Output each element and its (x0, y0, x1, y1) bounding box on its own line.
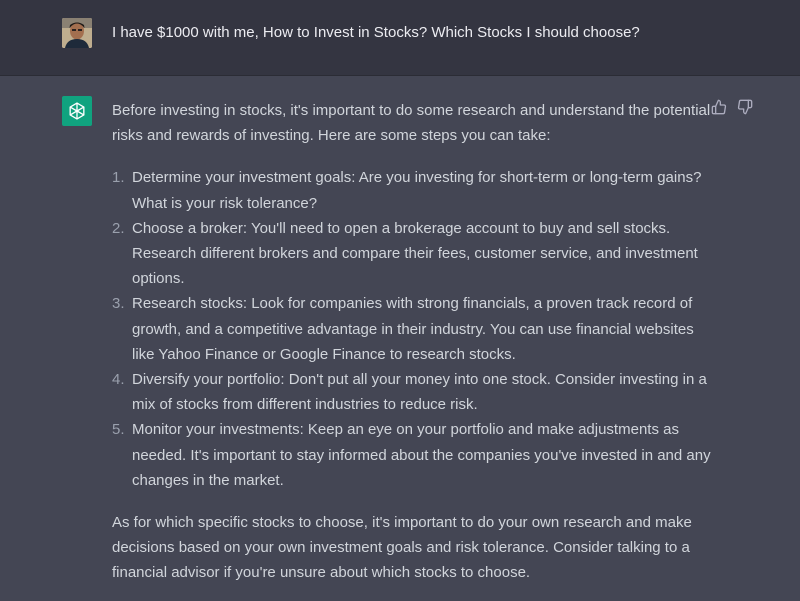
feedback-buttons (710, 98, 754, 116)
user-prompt-text: I have $1000 with me, How to Invest in S… (112, 24, 640, 41)
list-item: 3. Research stocks: Look for companies w… (112, 291, 712, 367)
assistant-avatar (62, 96, 92, 126)
assistant-reply: Before investing in stocks, it's importa… (112, 98, 712, 586)
user-avatar (62, 18, 92, 48)
list-item-number: 1. (112, 169, 125, 187)
list-item-text: Choose a broker: You'll need to open a b… (132, 219, 698, 288)
list-item-text: Determine your investment goals: Are you… (132, 169, 702, 212)
list-item: 5. Monitor your investments: Keep an eye… (112, 417, 712, 493)
list-item-text: Research stocks: Look for companies with… (132, 295, 694, 363)
steps-list: 1. Determine your investment goals: Are … (112, 165, 712, 493)
list-item: 4. Diversify your portfolio: Don't put a… (112, 367, 712, 417)
reply-closing: As for which specific stocks to choose, … (112, 514, 692, 582)
thumbs-down-icon (737, 99, 753, 115)
reply-intro: Before investing in stocks, it's importa… (112, 102, 711, 145)
list-item: 2. Choose a broker: You'll need to open … (112, 216, 712, 292)
list-item-number: 4. (112, 371, 125, 389)
list-item: 1. Determine your investment goals: Are … (112, 165, 712, 215)
list-item-number: 2. (112, 219, 125, 237)
thumbs-up-button[interactable] (710, 98, 728, 116)
chat-page: I have $1000 with me, How to Invest in S… (0, 0, 800, 601)
list-item-text: Diversify your portfolio: Don't put all … (132, 371, 707, 414)
list-item-number: 5. (112, 421, 125, 439)
assistant-message-row: Before investing in stocks, it's importa… (0, 76, 800, 601)
openai-logo-icon (69, 102, 85, 120)
user-avatar-photo (62, 18, 92, 48)
list-item-number: 3. (112, 295, 125, 313)
user-message-row: I have $1000 with me, How to Invest in S… (0, 0, 800, 76)
thumbs-down-button[interactable] (736, 98, 754, 116)
list-item-text: Monitor your investments: Keep an eye on… (132, 421, 711, 489)
thumbs-up-icon (711, 99, 727, 115)
